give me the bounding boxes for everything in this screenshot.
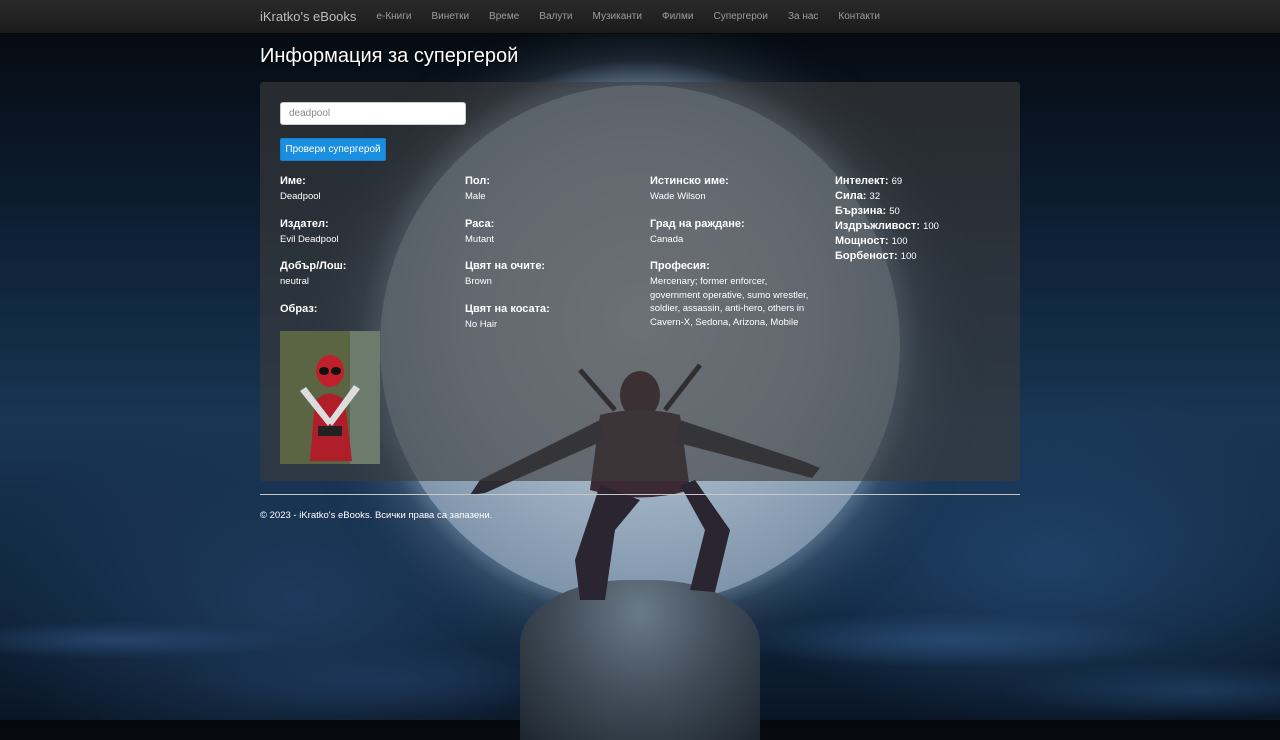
field-label: Цвят на очите: xyxy=(465,260,546,272)
stat-value: 69 xyxy=(891,176,903,187)
page-title: Информация за супергерой xyxy=(260,45,519,67)
nav-link-contacts[interactable]: Контакти xyxy=(838,11,880,22)
field-label: Добър/Лош: xyxy=(280,260,347,272)
footer-divider xyxy=(260,494,1020,495)
stat-intelligence: Интелект: 69 xyxy=(835,174,1015,189)
nav-link-weather[interactable]: Време xyxy=(489,11,519,22)
stat-durability: Издръжливост: 100 xyxy=(835,219,1015,234)
navbar: iKratko's eBooks е-Книги Винетки Време В… xyxy=(0,0,1280,34)
nav-link-superheroes[interactable]: Супергерои xyxy=(713,11,767,22)
field-value: Canada xyxy=(650,233,684,245)
stat-power: Мощност: 100 xyxy=(835,234,1015,249)
field-eye-color: Цвят на очите: Brown xyxy=(465,259,645,289)
stat-value: 50 xyxy=(889,206,900,217)
stat-label: Издръжливост: xyxy=(835,220,921,232)
stat-label: Борбеност: xyxy=(835,250,898,262)
field-gender: Пол: Male xyxy=(465,174,645,204)
field-value: Brown xyxy=(465,276,492,287)
stat-speed: Бързина: 50 xyxy=(835,204,1015,219)
stat-value: 32 xyxy=(869,191,881,202)
field-label: Град на раждане: xyxy=(650,217,745,230)
stat-label: Бързина: xyxy=(835,205,887,217)
field-label: Истинско име: xyxy=(650,175,729,187)
nav-link-ebooks[interactable]: е-Книги xyxy=(376,11,411,22)
field-publisher: Издател: Evil Deadpool xyxy=(280,217,460,247)
check-hero-button[interactable]: Провери супергерой xyxy=(280,138,386,161)
stat-label: Сила: xyxy=(835,190,867,202)
info-column-1: Име: Deadpool Издател: Evil Deadpool Доб… xyxy=(280,174,460,464)
field-race: Раса: Mutant xyxy=(465,217,645,247)
nav-link-about[interactable]: За нас xyxy=(788,11,818,22)
nav-link-movies[interactable]: Филми xyxy=(662,11,693,22)
field-value: Wade Wilson xyxy=(650,191,706,202)
stat-value: 100 xyxy=(923,221,939,232)
field-name: Име: Deadpool xyxy=(280,174,460,204)
field-value: neutral xyxy=(280,276,310,287)
field-value: Male xyxy=(465,191,486,202)
stat-combat: Борбеност: 100 xyxy=(835,249,1015,264)
field-image: Образ: xyxy=(280,302,460,317)
field-value: Evil Deadpool xyxy=(280,233,339,245)
stats-column: Интелект: 69 Сила: 32 Бързина: 50 Издръж… xyxy=(835,174,1015,264)
hero-search-input[interactable] xyxy=(280,102,466,125)
info-column-2: Пол: Male Раса: Mutant Цвят на очите: Br… xyxy=(465,174,645,344)
stat-value: 100 xyxy=(891,236,908,247)
stat-label: Мощност: xyxy=(835,235,889,247)
brand-link[interactable]: iKratko's eBooks xyxy=(260,9,356,24)
field-value: Mutant xyxy=(465,233,495,245)
footer-copyright: © 2023 - iKratko's eBooks. Всички права … xyxy=(260,510,493,521)
field-value: Deadpool xyxy=(280,191,321,202)
field-label: Пол: xyxy=(465,175,491,187)
nav-link-vignettes[interactable]: Винетки xyxy=(431,11,469,22)
stat-label: Интелект: xyxy=(835,175,889,187)
stat-value: 100 xyxy=(900,251,917,262)
field-label: Образ: xyxy=(280,302,318,315)
field-label: Издател: xyxy=(280,217,329,230)
field-hair-color: Цвят на косата: No Hair xyxy=(465,302,645,332)
field-label: Цвят на косата: xyxy=(465,302,550,315)
nav-link-currencies[interactable]: Валути xyxy=(539,11,572,22)
field-label: Професия: xyxy=(650,260,710,272)
hero-info-card: Провери супергерой Име: Deadpool Издател… xyxy=(260,82,1020,481)
field-value: Mercenary; former enforcer, government o… xyxy=(650,276,809,328)
field-alignment: Добър/Лош: neutral xyxy=(280,259,460,289)
stat-strength: Сила: 32 xyxy=(835,189,1015,204)
field-real-name: Истинско име: Wade Wilson xyxy=(650,174,815,204)
hero-portrait-image xyxy=(280,330,380,464)
field-value: No Hair xyxy=(465,318,498,330)
field-label: Име: xyxy=(280,175,306,187)
field-label: Раса: xyxy=(465,217,495,230)
field-occupation: Професия: Mercenary; former enforcer, go… xyxy=(650,259,815,329)
field-birthplace: Град на раждане: Canada xyxy=(650,217,815,247)
nav-link-musicians[interactable]: Музиканти xyxy=(593,11,642,22)
info-column-3: Истинско име: Wade Wilson Град на раждан… xyxy=(650,174,815,342)
